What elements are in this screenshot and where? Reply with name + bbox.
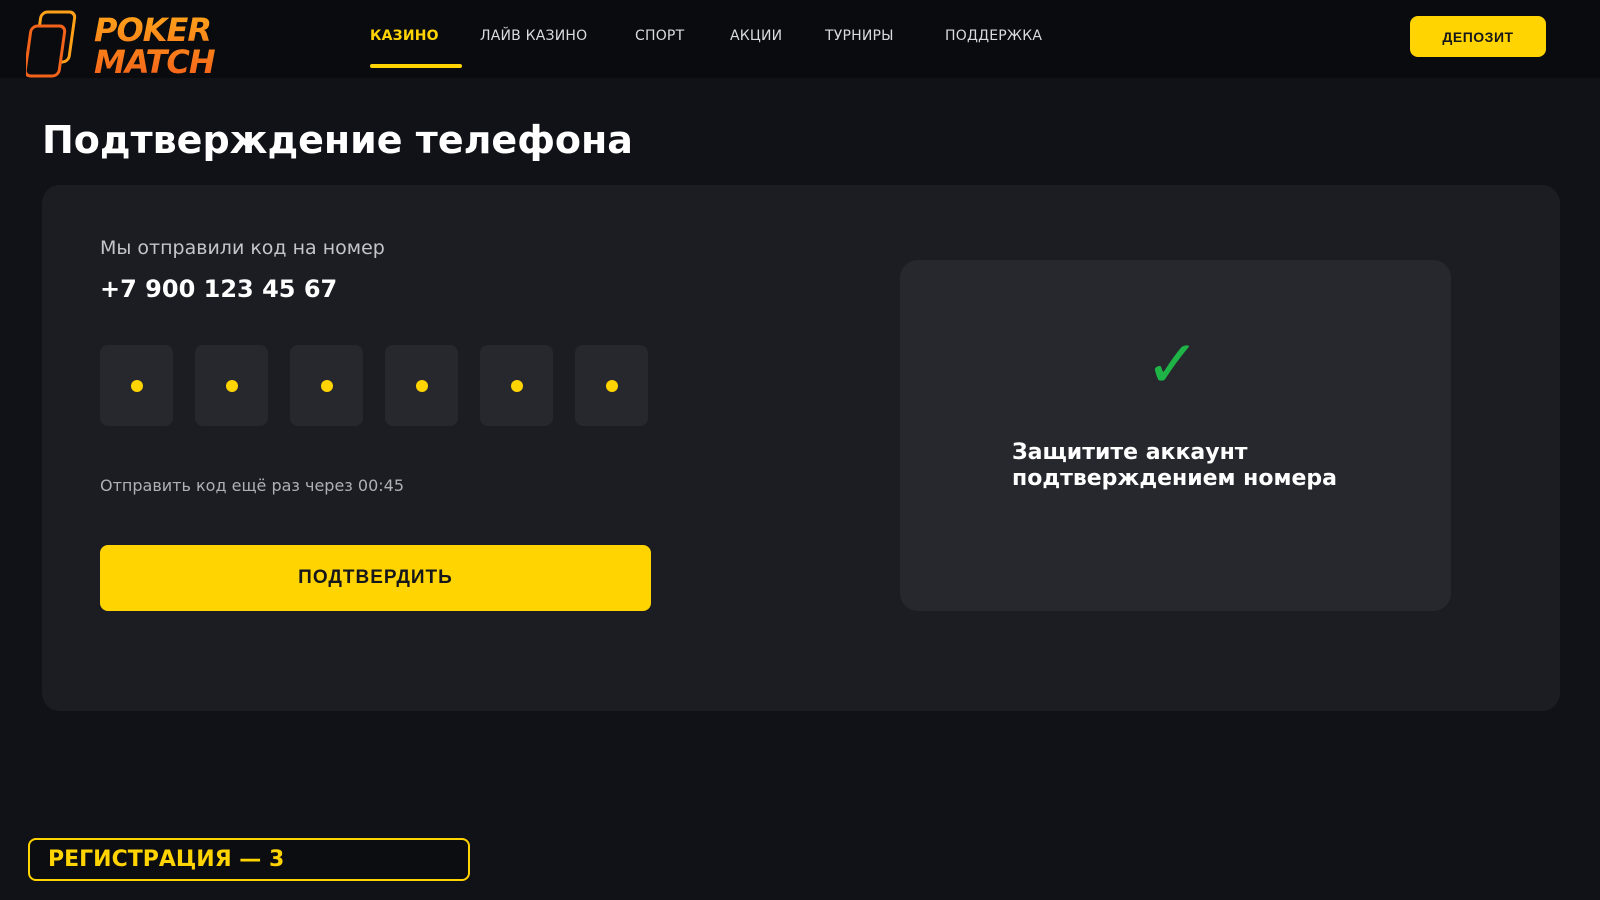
code-dot: [605, 379, 618, 392]
check-icon: ✓: [1145, 326, 1201, 403]
nav-sport[interactable]: СПОРТ: [635, 28, 684, 44]
code-dot: [320, 379, 333, 392]
nav-casino[interactable]: КАЗИНО: [370, 28, 439, 44]
info-text: Защитите аккаунт подтверждением номера: [1012, 440, 1337, 491]
code-dot: [510, 379, 523, 392]
deposit-button[interactable]: ДЕПОЗИТ: [1410, 16, 1546, 57]
nav-support[interactable]: ПОДДЕРЖКА: [945, 28, 1042, 44]
code-digit-input-3[interactable]: [290, 345, 363, 426]
active-nav-indicator: [370, 64, 462, 68]
code-digit-input-6[interactable]: [575, 345, 648, 426]
logo-cards-icon: [26, 10, 77, 78]
code-dot: [415, 379, 428, 392]
code-digit-input-4[interactable]: [385, 345, 458, 426]
code-digit-input-1[interactable]: [100, 345, 173, 426]
pokermatch-logo[interactable]: POKER MATCH: [26, 8, 226, 80]
code-digit-input-5[interactable]: [480, 345, 553, 426]
registration-step-badge: РЕГИСТРАЦИЯ — 3: [28, 838, 470, 881]
nav-promotions[interactable]: АКЦИИ: [730, 28, 782, 44]
resend-timer: Отправить код ещё раз через 00:45: [100, 476, 404, 495]
code-sent-label: Мы отправили код на номер: [100, 237, 385, 259]
logo-wordmark: POKER MATCH: [94, 11, 215, 81]
code-digit-input-2[interactable]: [195, 345, 268, 426]
page-title: Подтверждение телефона: [42, 118, 633, 162]
code-dot: [225, 379, 238, 392]
confirm-button[interactable]: ПОДТВЕРДИТЬ: [100, 545, 651, 611]
top-header: POKER MATCH КАЗИНО ЛАЙВ КАЗИНО СПОРТ АКЦ…: [0, 0, 1600, 78]
code-dot: [130, 379, 143, 392]
nav-live-casino[interactable]: ЛАЙВ КАЗИНО: [480, 28, 587, 44]
info-panel: [900, 260, 1451, 611]
phone-number: +7 900 123 45 67: [100, 275, 338, 303]
nav-tournaments[interactable]: ТУРНИРЫ: [825, 28, 894, 44]
